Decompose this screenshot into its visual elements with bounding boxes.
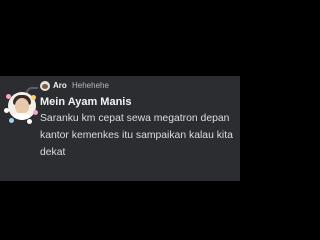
avatar-decoration-flower-icon — [4, 108, 9, 113]
message-text: Saranku km cepat sewa megatron depan kan… — [40, 113, 233, 158]
avatar-decoration-flower-icon — [33, 110, 38, 115]
avatar-decoration-flower-icon — [31, 95, 36, 100]
reply-author-name[interactable]: Aro — [53, 81, 67, 91]
message-author-name[interactable]: Mein Ayam Manis — [40, 96, 132, 109]
avatar-decoration-flower-icon — [6, 94, 11, 99]
reply-avatar[interactable] — [40, 81, 50, 91]
avatar-decoration-flower-icon — [27, 119, 32, 124]
avatar-decoration-flower-icon — [9, 118, 14, 123]
reply-preview-text[interactable]: Hehehehe — [72, 81, 109, 91]
